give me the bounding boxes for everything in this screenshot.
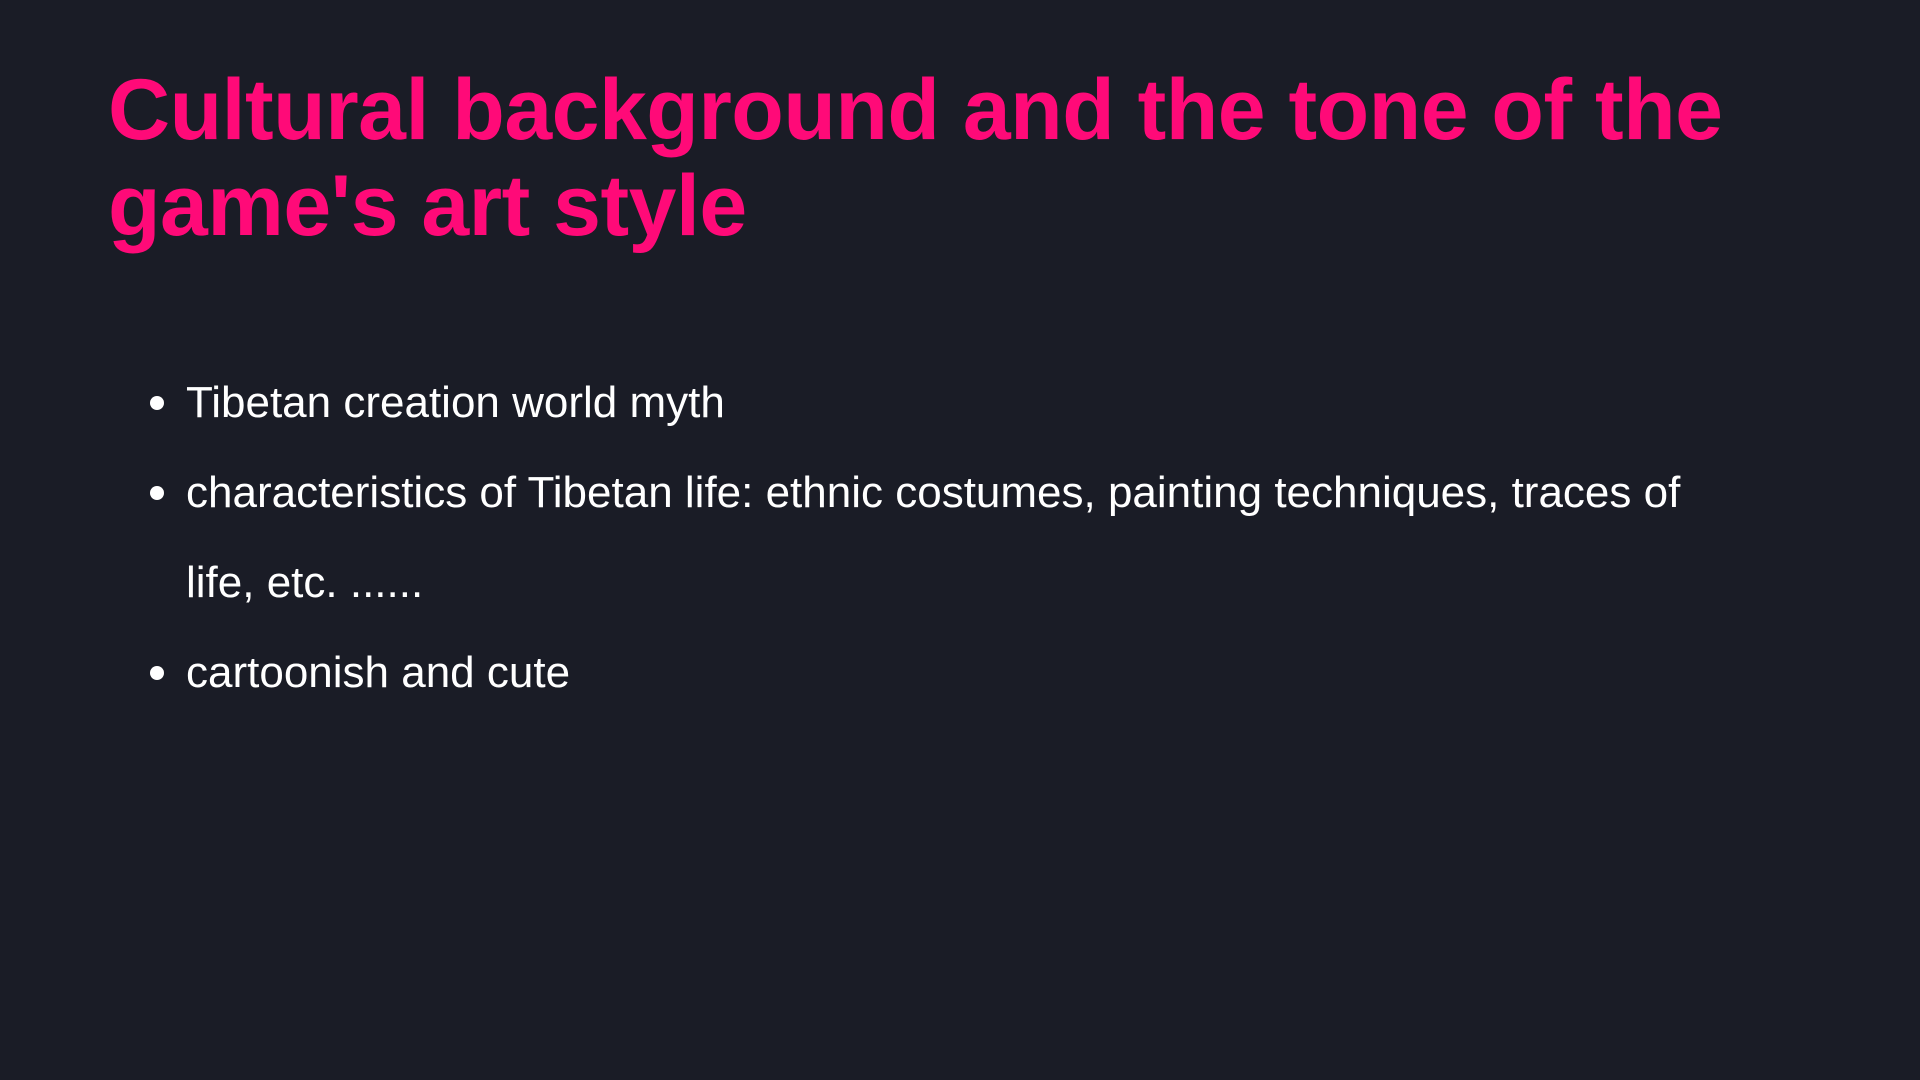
bullet-dot-icon	[150, 666, 164, 680]
slide-title: Cultural background and the tone of the …	[108, 62, 1723, 254]
bullet-text: cartoonish and cute	[186, 648, 571, 697]
bullet-text: Tibetan creation world myth	[186, 378, 725, 427]
slide: Cultural background and the tone of the …	[0, 0, 1920, 1080]
bullet-text: characteristics of Tibetan life: ethnic …	[186, 468, 1681, 607]
bullet-list: Tibetan creation world myth characterist…	[108, 358, 1748, 718]
bullet-dot-icon	[150, 396, 164, 410]
bullet-item: characteristics of Tibetan life: ethnic …	[108, 448, 1748, 628]
bullet-dot-icon	[150, 486, 164, 500]
bullet-item: Tibetan creation world myth	[108, 358, 1748, 448]
bullet-item: cartoonish and cute	[108, 628, 1748, 718]
